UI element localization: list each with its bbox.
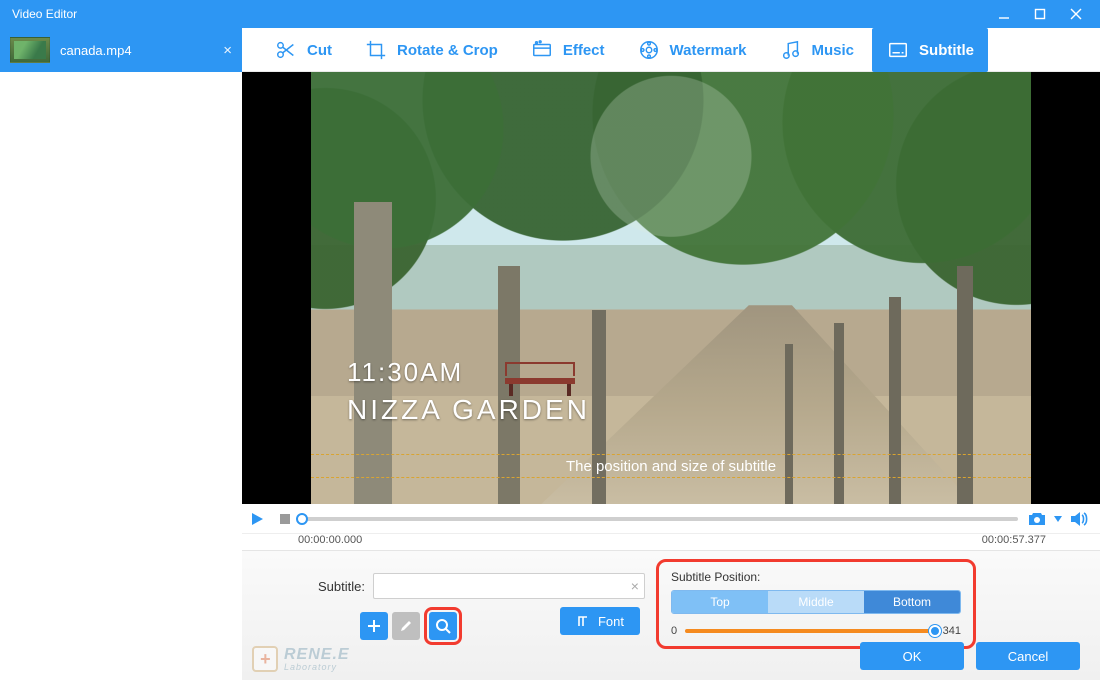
position-option-middle[interactable]: Middle: [768, 591, 864, 613]
search-icon: [435, 618, 451, 634]
position-option-top[interactable]: Top: [672, 591, 768, 613]
titlebar: Video Editor: [0, 0, 1100, 28]
position-slider-handle[interactable]: [929, 625, 941, 637]
subtitle-input[interactable]: ×: [373, 573, 645, 599]
tool-rotate-crop-label: Rotate & Crop: [397, 42, 498, 59]
tool-cut[interactable]: Cut: [260, 28, 346, 72]
snapshot-button[interactable]: [1024, 508, 1050, 530]
volume-button[interactable]: [1068, 508, 1090, 530]
minimize-icon: [998, 8, 1010, 20]
video-frame: 11:30AM NIZZA GARDEN The position and si…: [311, 72, 1031, 504]
overlay-place: NIZZA GARDEN: [347, 394, 590, 426]
font-button-label: Font: [598, 614, 624, 629]
time-current: 00:00:00.000: [298, 534, 362, 546]
toolbar: Cut Rotate & Crop Effect Watermark Music: [242, 28, 1100, 72]
position-slider[interactable]: [685, 624, 935, 638]
ok-button[interactable]: OK: [860, 642, 964, 670]
subtitle-search-button[interactable]: [429, 612, 457, 640]
subtitle-edit-button[interactable]: [392, 612, 420, 640]
time-readouts: 00:00:00.000 00:00:57.377: [242, 534, 1100, 550]
watermark-icon: [637, 38, 661, 62]
tool-effect[interactable]: Effect: [516, 28, 619, 72]
tool-subtitle-label: Subtitle: [919, 42, 974, 59]
window-minimize-button[interactable]: [986, 0, 1022, 28]
video-preview[interactable]: 11:30AM NIZZA GARDEN The position and si…: [242, 72, 1100, 504]
subtitle-input-label: Subtitle:: [318, 579, 365, 594]
window-close-button[interactable]: [1058, 0, 1094, 28]
maximize-icon: [1034, 8, 1046, 20]
window-maximize-button[interactable]: [1022, 0, 1058, 28]
camera-icon: [1027, 511, 1047, 527]
subtitle-position-label: Subtitle Position:: [671, 570, 961, 584]
tool-music-label: Music: [812, 42, 855, 59]
pencil-icon: [399, 619, 413, 633]
tool-watermark[interactable]: Watermark: [623, 28, 761, 72]
font-icon: [576, 614, 590, 628]
effect-icon: [530, 38, 554, 62]
playback-bar: [242, 504, 1100, 534]
sidebar: canada.mp4 ×: [0, 28, 242, 680]
position-slider-value: 341: [943, 625, 961, 637]
file-name: canada.mp4: [60, 43, 211, 58]
subtitle-input-clear-icon[interactable]: ×: [631, 578, 639, 594]
close-icon: [1070, 8, 1082, 20]
plus-icon: [367, 619, 381, 633]
stop-button[interactable]: [274, 508, 296, 530]
file-thumbnail: [10, 37, 50, 63]
window-title: Video Editor: [12, 7, 986, 21]
file-tab[interactable]: canada.mp4 ×: [0, 28, 242, 72]
crop-icon: [364, 38, 388, 62]
timeline-slider[interactable]: [302, 509, 1018, 529]
brand-plus-icon: +: [252, 646, 278, 672]
scissors-icon: [274, 38, 298, 62]
snapshot-menu-button[interactable]: [1054, 516, 1062, 522]
tool-effect-label: Effect: [563, 42, 605, 59]
subtitle-icon: [886, 38, 910, 62]
volume-icon: [1070, 511, 1088, 527]
tool-cut-label: Cut: [307, 42, 332, 59]
subtitle-preview-band[interactable]: The position and size of subtitle: [311, 454, 1031, 478]
subtitle-position-panel: Subtitle Position: Top Middle Bottom 0 3…: [656, 559, 976, 649]
play-icon: [249, 511, 265, 527]
tool-music[interactable]: Music: [765, 28, 869, 72]
time-total: 00:00:57.377: [982, 534, 1046, 546]
subtitle-search-highlight: [424, 607, 462, 645]
tool-rotate-crop[interactable]: Rotate & Crop: [350, 28, 512, 72]
tool-subtitle[interactable]: Subtitle: [872, 28, 988, 72]
stop-icon: [279, 513, 291, 525]
video-overlay-text: 11:30AM NIZZA GARDEN: [347, 357, 590, 426]
brand-watermark: + RENE.E Laboratory: [252, 646, 350, 672]
file-tab-close-icon[interactable]: ×: [221, 42, 234, 59]
cancel-button[interactable]: Cancel: [976, 642, 1080, 670]
timeline-handle[interactable]: [296, 513, 308, 525]
position-slider-min: 0: [671, 625, 677, 637]
position-option-bottom[interactable]: Bottom: [864, 591, 960, 613]
play-button[interactable]: [246, 508, 268, 530]
main-area: 11:30AM NIZZA GARDEN The position and si…: [242, 72, 1100, 680]
tool-watermark-label: Watermark: [670, 42, 747, 59]
music-icon: [779, 38, 803, 62]
subtitle-add-button[interactable]: [360, 612, 388, 640]
subtitle-position-segmented: Top Middle Bottom: [671, 590, 961, 614]
subtitle-preview-text: The position and size of subtitle: [566, 458, 776, 475]
subtitle-settings-panel: Subtitle: ×: [242, 550, 1100, 680]
overlay-time: 11:30AM: [347, 357, 590, 388]
font-button[interactable]: Font: [560, 607, 640, 635]
